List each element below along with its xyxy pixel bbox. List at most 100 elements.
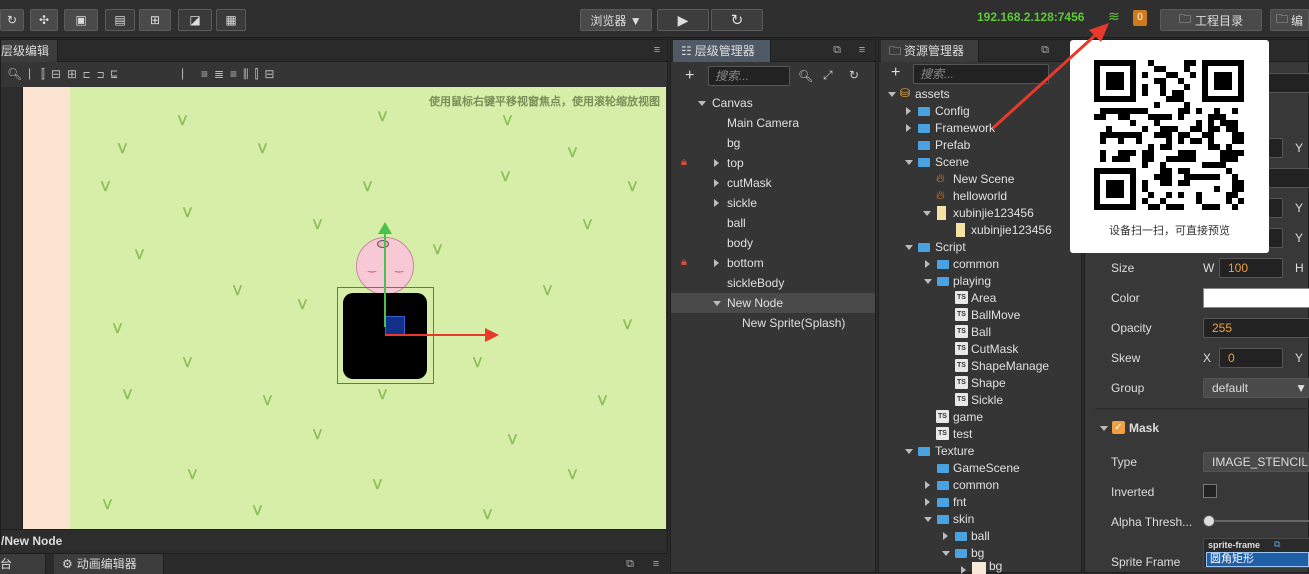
- ts-file-icon: TS: [936, 427, 949, 440]
- bottom-tabbar: 台 ⚙ 动画编辑器 ⧉ ≡: [0, 553, 668, 574]
- collapse-icon[interactable]: [713, 301, 721, 306]
- collapse-icon[interactable]: [923, 211, 931, 216]
- collapse-icon[interactable]: [905, 449, 913, 454]
- tree-item-ball[interactable]: ball: [727, 213, 746, 233]
- tree-item-new-node[interactable]: New Node: [727, 293, 783, 313]
- expand-icon[interactable]: [943, 532, 948, 540]
- collapse-icon[interactable]: [942, 551, 950, 556]
- qr-module: [1184, 108, 1190, 114]
- gizmo-y-arrow[interactable]: [378, 222, 392, 234]
- expand-icon[interactable]: [714, 259, 719, 267]
- folder-icon: 🗀: [1275, 11, 1288, 26]
- menu-icon[interactable]: ≡: [651, 44, 663, 56]
- collapse-icon[interactable]: [698, 101, 706, 106]
- skew-x-input[interactable]: 0: [1219, 348, 1283, 368]
- collapse-icon[interactable]: [1100, 426, 1108, 431]
- grass-icon: ᐯ: [433, 242, 442, 257]
- gizmo-x-arrow[interactable]: [485, 328, 499, 342]
- menu-icon[interactable]: ≡: [856, 44, 868, 56]
- add-node-icon[interactable]: +: [685, 67, 694, 85]
- group-select[interactable]: default ▼: [1203, 378, 1309, 398]
- link-icon[interactable]: ⧉: [1274, 539, 1280, 550]
- collapse-icon[interactable]: [905, 245, 913, 250]
- grass-icon: ᐯ: [503, 113, 512, 128]
- image-icon: [937, 206, 946, 220]
- inverted-checkbox[interactable]: [1203, 484, 1217, 498]
- anchor-icon[interactable]: ◪: [178, 9, 212, 31]
- qr-module: [1130, 120, 1136, 126]
- tab-hierarchy[interactable]: ☷ 层级管理器: [673, 40, 771, 62]
- rect-tool-icon[interactable]: ▣: [64, 9, 98, 31]
- tab-scene[interactable]: 层级编辑器: [1, 40, 58, 80]
- expand-icon[interactable]: [925, 498, 930, 506]
- search-icon[interactable]: 🔍︎: [798, 69, 813, 83]
- tab-assets[interactable]: 🗀 资源管理器: [881, 40, 979, 62]
- sprite-frame-field[interactable]: sprite-frame ⧉ 圆角矩形: [1203, 538, 1309, 568]
- grass-icon: ᐯ: [103, 497, 112, 512]
- expand-icon[interactable]: [906, 124, 911, 132]
- collapse-icon[interactable]: [924, 279, 932, 284]
- expand-icon[interactable]: [714, 179, 719, 187]
- asset-bg-image[interactable]: bg: [989, 558, 1002, 574]
- grass-icon: ᐯ: [373, 477, 382, 492]
- tree-item-cutmask[interactable]: cutMask: [727, 173, 772, 193]
- tree-item-body[interactable]: body: [727, 233, 753, 253]
- skew-label: Skew: [1111, 351, 1141, 365]
- gizmo-center[interactable]: [385, 316, 405, 336]
- grid-icon[interactable]: ▦: [216, 9, 246, 31]
- collapse-icon[interactable]: [905, 160, 913, 165]
- lock-icon[interactable]: 🔒︎: [681, 256, 687, 269]
- tree-item-top[interactable]: top: [727, 153, 744, 173]
- folder-icon: [955, 532, 967, 541]
- expand-icon[interactable]: [925, 260, 930, 268]
- type-select[interactable]: IMAGE_STENCIL: [1203, 452, 1309, 472]
- tree-item-sickle[interactable]: sickle: [727, 193, 757, 213]
- popout-icon[interactable]: ⧉: [624, 558, 636, 570]
- tree-item-canvas[interactable]: Canvas: [712, 93, 753, 113]
- qr-module: [1166, 174, 1172, 180]
- refresh-icon[interactable]: ↻: [849, 68, 859, 82]
- search-icon[interactable]: 🔍︎: [7, 67, 22, 81]
- asset-skin-bg[interactable]: bg: [971, 543, 984, 563]
- scale-tool-icon[interactable]: ✣: [30, 9, 58, 31]
- expand-icon[interactable]: [714, 159, 719, 167]
- asset-xubinjie-frame[interactable]: xubinjie123456: [971, 220, 1052, 240]
- play-button[interactable]: ▶: [657, 9, 709, 31]
- menu-icon[interactable]: ≡: [650, 558, 662, 570]
- add-asset-icon[interactable]: +: [891, 64, 900, 82]
- project-dir-button[interactable]: 🗀 工程目录: [1160, 9, 1262, 31]
- tab-animation-editor[interactable]: ⚙ 动画编辑器: [54, 554, 164, 574]
- refresh-button[interactable]: ↻: [711, 9, 763, 31]
- popout-icon[interactable]: ⧉: [831, 44, 843, 56]
- browser-select[interactable]: 浏览器 ▼: [580, 9, 652, 31]
- local-coord-icon[interactable]: ▤: [105, 9, 135, 31]
- collapse-icon[interactable]: [888, 92, 896, 97]
- tree-item-sicklebody[interactable]: sickleBody: [727, 273, 784, 293]
- hierarchy-search-input[interactable]: 搜索...: [708, 66, 790, 86]
- expand-icon[interactable]: [925, 481, 930, 489]
- tree-item-new-sprite[interactable]: New Sprite(Splash): [742, 313, 845, 333]
- opacity-input[interactable]: 255: [1203, 318, 1309, 338]
- align-icons[interactable]: ⫿⊟⊞⊏⊐⊑: [41, 67, 124, 82]
- tree-item-bottom[interactable]: bottom: [727, 253, 764, 273]
- refresh-tool-icon[interactable]: ↻: [0, 9, 24, 31]
- color-swatch[interactable]: [1203, 288, 1309, 308]
- expand-icon[interactable]: ⤢: [823, 68, 833, 83]
- scene-viewport[interactable]: 使用鼠标右键平移视窗焦点，使用滚轮缩放视图 ᐯ ᐯ ᐯ ᐯ ᐯ ᐯ ᐯ ᐯ ᐯ …: [23, 87, 666, 529]
- pivot-icon[interactable]: ⊞: [139, 9, 171, 31]
- expand-icon[interactable]: [714, 199, 719, 207]
- tree-item-main-camera[interactable]: Main Camera: [727, 113, 799, 133]
- expand-icon[interactable]: [906, 107, 911, 115]
- scene-tabbar: 层级编辑器 ≡: [1, 40, 667, 80]
- tree-item-bg[interactable]: bg: [727, 133, 740, 153]
- distribute-icons[interactable]: ≡≣≡⫼⫿⊟: [201, 67, 280, 82]
- lock-icon[interactable]: 🔒︎: [681, 156, 687, 169]
- mask-enabled-checkbox[interactable]: ✓: [1112, 421, 1125, 434]
- qr-module: [1232, 156, 1238, 162]
- alpha-slider-handle[interactable]: [1203, 515, 1215, 527]
- qr-module: [1178, 114, 1184, 120]
- collapse-icon[interactable]: [924, 517, 932, 522]
- tab-console[interactable]: 台: [0, 554, 46, 574]
- size-width-input[interactable]: 100: [1219, 258, 1283, 278]
- editor-button[interactable]: 🗀 编: [1270, 9, 1309, 31]
